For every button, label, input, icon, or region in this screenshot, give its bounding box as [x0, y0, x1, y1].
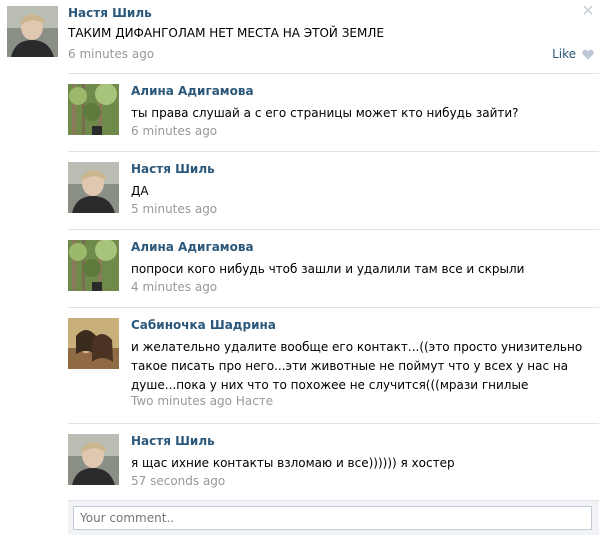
comment-author-name[interactable]: Настя Шиль [131, 434, 215, 448]
comment-author-avatar[interactable] [68, 84, 119, 135]
comment-text: попроси кого нибудь чтоб зашли и удалили… [131, 262, 525, 276]
post-timestamp[interactable]: 6 minutes ago [68, 47, 154, 61]
comment-author-avatar[interactable] [68, 318, 119, 369]
comment-timestamp[interactable]: 5 minutes ago [131, 202, 217, 216]
comment-item: Алина Адигамова ты права слушай а с его … [68, 73, 599, 151]
comment-text: и желательно удалите вообще его контакт.… [131, 340, 583, 392]
heart-icon [582, 49, 594, 60]
comment-item: Алина Адигамова попроси кого нибудь чтоб… [68, 229, 599, 307]
comment-text: я щас ихние контакты взломаю и все))))))… [131, 456, 455, 470]
comment-timestamp[interactable]: 6 minutes ago [131, 124, 217, 138]
comment-timestamp[interactable]: 4 minutes ago [131, 280, 217, 294]
comment-composer [68, 500, 599, 535]
close-icon[interactable]: ✕ [580, 3, 596, 19]
post-text: ТАКИМ ДИФАНГОЛАМ НЕТ МЕСТА НА ЭТОЙ ЗЕМЛЕ [68, 26, 384, 40]
comment-author-name[interactable]: Алина Адигамова [131, 84, 254, 98]
comment-timestamp[interactable]: 57 seconds ago [131, 474, 225, 488]
comment-author-name[interactable]: Алина Адигамова [131, 240, 254, 254]
comment-author-avatar[interactable] [68, 162, 119, 213]
comment-item: Сабиночка Шадрина и желательно удалите в… [68, 307, 599, 423]
comment-input[interactable] [73, 506, 592, 530]
comment-meta: Two minutes ago Насте [131, 394, 273, 408]
comment-text: ты права слушай а с его страницы может к… [131, 106, 519, 120]
comments-list: Алина Адигамова ты права слушай а с его … [68, 73, 599, 501]
like-button[interactable]: Like [552, 47, 594, 61]
reply-to-link[interactable]: Насте [236, 394, 273, 408]
comment-item: Настя Шиль ДА 5 minutes ago [68, 151, 599, 229]
comment-author-name[interactable]: Сабиночка Шадрина [131, 318, 276, 332]
comment-timestamp[interactable]: Two minutes ago [131, 394, 232, 408]
post-author-avatar[interactable] [7, 6, 58, 57]
comment-item: Настя Шиль я щас ихние контакты взломаю … [68, 423, 599, 501]
comment-author-avatar[interactable] [68, 240, 119, 291]
comment-author-name[interactable]: Настя Шиль [131, 162, 215, 176]
comment-text: ДА [131, 184, 149, 198]
comment-author-avatar[interactable] [68, 434, 119, 485]
like-label: Like [552, 47, 576, 61]
post-author-name[interactable]: Настя Шиль [68, 6, 152, 20]
